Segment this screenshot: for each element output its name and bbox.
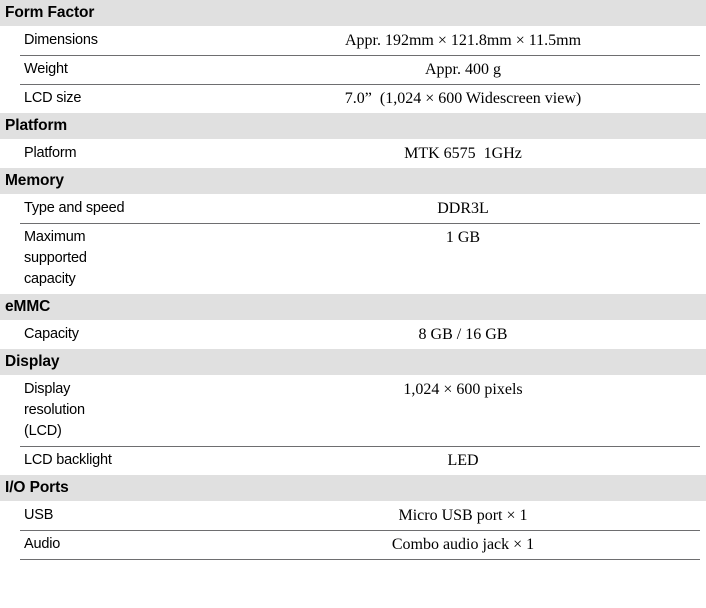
row-label: Dimensions: [24, 32, 98, 48]
table-row: Platform MTK 6575 1GHz: [0, 139, 706, 168]
table-row: Audio Combo audio jack × 1: [0, 530, 706, 559]
table-row: LCD size 7.0” (1,024 × 600 Widescreen vie…: [0, 84, 706, 113]
row-label: Maximum supported capacity: [24, 229, 87, 287]
spec-section: Display Display resolution (LCD) 1,024 × 6…: [0, 349, 706, 475]
row-label: Weight: [24, 61, 68, 77]
section-rows: USB Micro USB port × 1 Audio Combo audio ja…: [0, 501, 706, 559]
row-value: MTK 6575 1GHz: [404, 145, 522, 162]
row-label: Platform: [24, 145, 77, 161]
table-row: Type and speed DDR3L: [0, 194, 706, 223]
row-value: Combo audio jack × 1: [391, 536, 535, 553]
row-value: LED: [447, 452, 479, 469]
row-value: 1 GB: [445, 229, 481, 246]
section-header: I/O Ports: [0, 475, 706, 501]
table-row: Maximum supported capacity 1 GB: [0, 223, 706, 294]
table-bottom-rule: [20, 559, 700, 560]
row-value: 8 GB / 16 GB: [418, 326, 508, 343]
table-row: USB Micro USB port × 1: [0, 501, 706, 530]
section-header: Memory: [0, 168, 706, 194]
section-rows: Dimensions Appr. 192mm × 121.8mm × 11.5mm…: [0, 26, 706, 113]
spec-section: I/O Ports USB Micro USB port × 1 Audio Combo…: [0, 475, 706, 559]
section-header: Platform: [0, 113, 706, 139]
row-label: LCD backlight: [24, 452, 112, 468]
row-label: Display resolution (LCD): [24, 381, 85, 439]
row-value: DDR3L: [437, 200, 489, 217]
spec-section: Platform Platform MTK 6575 1GHz: [0, 113, 706, 168]
row-label: Capacity: [24, 326, 79, 342]
section-rows: Platform MTK 6575 1GHz: [0, 139, 706, 168]
row-value: 1,024 × 600 pixels: [403, 381, 523, 398]
row-label: Audio: [24, 536, 61, 552]
table-row: Capacity 8 GB / 16 GB: [0, 320, 706, 349]
section-header: Display: [0, 349, 706, 375]
table-row: Display resolution (LCD) 1,024 × 600 pixe…: [0, 375, 706, 446]
section-rows: Display resolution (LCD) 1,024 × 600 pixe…: [0, 375, 706, 475]
section-header: Form Factor: [0, 0, 706, 26]
spec-section: eMMC Capacity 8 GB / 16 GB: [0, 294, 706, 349]
table-row: Weight Appr. 400 g: [0, 55, 706, 84]
row-label: Type and speed: [24, 200, 125, 216]
table-row: Dimensions Appr. 192mm × 121.8mm × 11.5mm: [0, 26, 706, 55]
spec-section: Memory Type and speed DDR3L Maximum support…: [0, 168, 706, 294]
specification-table: Form Factor Dimensions Appr. 192mm × 121.8…: [0, 0, 706, 560]
row-label: USB: [24, 507, 54, 523]
row-value: Appr. 400 g: [425, 61, 501, 78]
table-row: LCD backlight LED: [0, 446, 706, 475]
row-value: Micro USB port × 1: [398, 507, 528, 524]
row-value: Appr. 192mm × 121.8mm × 11.5mm: [344, 32, 582, 49]
section-rows: Type and speed DDR3L Maximum supported cap…: [0, 194, 706, 294]
row-label: LCD size: [24, 90, 82, 106]
section-header: eMMC: [0, 294, 706, 320]
row-value: 7.0” (1,024 × 600 Widescreen view): [344, 90, 582, 107]
spec-section: Form Factor Dimensions Appr. 192mm × 121.8…: [0, 0, 706, 113]
section-rows: Capacity 8 GB / 16 GB: [0, 320, 706, 349]
